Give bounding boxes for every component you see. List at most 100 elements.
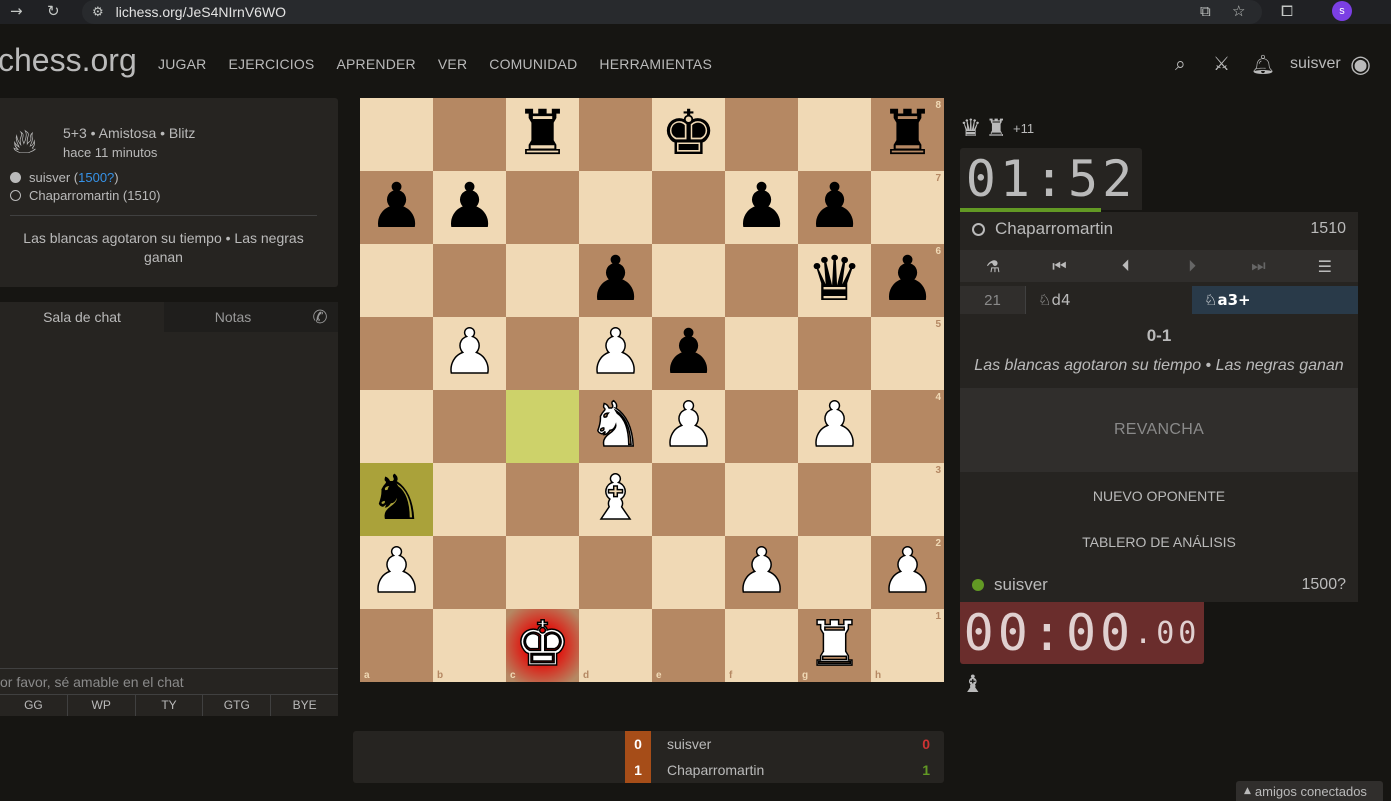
- tab-chat-room[interactable]: Sala de chat: [0, 302, 164, 332]
- square-d3[interactable]: ♝: [579, 463, 652, 536]
- square-d8[interactable]: [579, 98, 652, 171]
- square-c8[interactable]: ♜: [506, 98, 579, 171]
- rematch-button[interactable]: REVANCHA: [960, 388, 1358, 472]
- square-f7[interactable]: ♟: [725, 171, 798, 244]
- square-f6[interactable]: [725, 244, 798, 317]
- white-move[interactable]: ♘d4: [1026, 286, 1192, 314]
- nav-herramientas[interactable]: HERRAMIENTAS: [599, 56, 712, 72]
- nav-jugar[interactable]: JUGAR: [158, 56, 206, 72]
- square-c7[interactable]: [506, 171, 579, 244]
- white-pawn-piece[interactable]: ♟: [879, 538, 936, 602]
- square-c4[interactable]: [506, 390, 579, 463]
- square-d4[interactable]: ♞: [579, 390, 652, 463]
- square-h1[interactable]: 1h: [871, 609, 944, 682]
- quick-reply-gtg[interactable]: GTG: [203, 695, 272, 716]
- install-app-icon[interactable]: ⧉: [1200, 2, 1211, 20]
- square-a1[interactable]: a: [360, 609, 433, 682]
- black-pawn-piece[interactable]: ♟: [734, 174, 790, 237]
- black-player-info[interactable]: Chaparromartin (1510): [10, 188, 161, 203]
- square-c1[interactable]: ♚ c: [506, 609, 579, 682]
- square-e2[interactable]: [652, 536, 725, 609]
- chess-board[interactable]: ♜ ♚ ♜ 8 ♟ ♟ ♟ ♟ 7 ♟ ♛ ♟ 6 ♟ ♟ ♟ 5 ♞ ♟ ♟ 4 ♞ ♝ 3 ♟ ♟ ♟ 2 a b ♚ c d e f ♜ g 1 h: [360, 98, 944, 682]
- site-settings-icon[interactable]: ⚙: [92, 5, 104, 20]
- quick-reply-bye[interactable]: BYE: [271, 695, 338, 716]
- next-move-icon[interactable]: ⏵: [1159, 250, 1225, 282]
- friends-online-toggle[interactable]: ▲ amigos conectados: [1236, 781, 1383, 801]
- last-move-icon[interactable]: ⏭: [1225, 250, 1291, 282]
- square-h8[interactable]: ♜ 8: [871, 98, 944, 171]
- white-pawn-piece[interactable]: ♟: [660, 392, 717, 456]
- forward-icon[interactable]: →: [10, 2, 23, 20]
- menu-hamburger-icon[interactable]: ☰: [1292, 250, 1358, 282]
- square-g7[interactable]: ♟: [798, 171, 871, 244]
- square-g2[interactable]: [798, 536, 871, 609]
- quick-reply-ty[interactable]: TY: [136, 695, 204, 716]
- analysis-board-button[interactable]: TABLERO DE ANÁLISIS: [960, 534, 1358, 550]
- square-a3[interactable]: ♞: [360, 463, 433, 536]
- square-e8[interactable]: ♚: [652, 98, 725, 171]
- black-move-active[interactable]: ♘a3+: [1192, 286, 1358, 314]
- square-d7[interactable]: [579, 171, 652, 244]
- square-d6[interactable]: ♟: [579, 244, 652, 317]
- square-e5[interactable]: ♟: [652, 317, 725, 390]
- square-b5[interactable]: ♟: [433, 317, 506, 390]
- tab-notes[interactable]: Notas: [164, 302, 302, 332]
- square-g5[interactable]: [798, 317, 871, 390]
- new-opponent-button[interactable]: NUEVO OPONENTE: [960, 488, 1358, 504]
- white-player-info[interactable]: suisver (1500?): [10, 170, 119, 185]
- user-menu-name[interactable]: suisver: [1290, 55, 1341, 73]
- square-b6[interactable]: [433, 244, 506, 317]
- square-g8[interactable]: [798, 98, 871, 171]
- square-a4[interactable]: [360, 390, 433, 463]
- voice-chat-phone-icon[interactable]: ✆: [302, 302, 338, 332]
- square-b7[interactable]: ♟: [433, 171, 506, 244]
- analysis-microscope-icon[interactable]: ⚗: [960, 250, 1026, 282]
- chat-input[interactable]: or favor, sé amable en el chat: [0, 668, 338, 694]
- black-rook-piece[interactable]: ♜: [515, 101, 571, 164]
- square-e1[interactable]: e: [652, 609, 725, 682]
- square-a8[interactable]: [360, 98, 433, 171]
- square-f3[interactable]: [725, 463, 798, 536]
- site-logo[interactable]: chess.org: [0, 42, 137, 79]
- user-avatar-icon[interactable]: ◉: [1350, 50, 1371, 78]
- square-f2[interactable]: ♟: [725, 536, 798, 609]
- square-d1[interactable]: d: [579, 609, 652, 682]
- white-pawn-piece[interactable]: ♟: [368, 538, 425, 602]
- extensions-icon[interactable]: ⧠: [1281, 2, 1293, 20]
- black-knight-piece[interactable]: ♞: [369, 466, 425, 529]
- square-c5[interactable]: [506, 317, 579, 390]
- square-g1[interactable]: ♜ g: [798, 609, 871, 682]
- black-pawn-piece[interactable]: ♟: [807, 174, 863, 237]
- white-bishop-piece[interactable]: ♝: [587, 465, 644, 529]
- quick-reply-wp[interactable]: WP: [68, 695, 136, 716]
- square-g3[interactable]: [798, 463, 871, 536]
- black-pawn-piece[interactable]: ♟: [661, 320, 717, 383]
- square-f1[interactable]: f: [725, 609, 798, 682]
- square-a7[interactable]: ♟: [360, 171, 433, 244]
- black-pawn-piece[interactable]: ♟: [588, 247, 644, 310]
- address-bar[interactable]: ⚙ lichess.org/JeS4NIrnV6WO ⧉ ☆: [82, 0, 1262, 24]
- nav-aprender[interactable]: APRENDER: [336, 56, 415, 72]
- white-player-name[interactable]: suisver: [29, 170, 70, 185]
- square-g6[interactable]: ♛: [798, 244, 871, 317]
- black-queen-piece[interactable]: ♛: [807, 247, 863, 310]
- white-king-piece[interactable]: ♚: [514, 611, 571, 675]
- nav-ejercicios[interactable]: EJERCICIOS: [228, 56, 314, 72]
- square-b2[interactable]: [433, 536, 506, 609]
- first-move-icon[interactable]: ⏮: [1026, 250, 1092, 282]
- square-e4[interactable]: ♟: [652, 390, 725, 463]
- square-f5[interactable]: [725, 317, 798, 390]
- square-d2[interactable]: [579, 536, 652, 609]
- black-pawn-piece[interactable]: ♟: [442, 174, 498, 237]
- square-e7[interactable]: [652, 171, 725, 244]
- square-b4[interactable]: [433, 390, 506, 463]
- white-pawn-piece[interactable]: ♟: [806, 392, 863, 456]
- search-icon[interactable]: ⌕: [1175, 53, 1186, 75]
- square-a5[interactable]: [360, 317, 433, 390]
- square-c2[interactable]: [506, 536, 579, 609]
- nav-comunidad[interactable]: COMUNIDAD: [489, 56, 577, 72]
- square-h5[interactable]: 5: [871, 317, 944, 390]
- square-b8[interactable]: [433, 98, 506, 171]
- crosstable-row[interactable]: 0 suisver 0: [625, 731, 944, 757]
- player-name[interactable]: suisver: [994, 575, 1048, 595]
